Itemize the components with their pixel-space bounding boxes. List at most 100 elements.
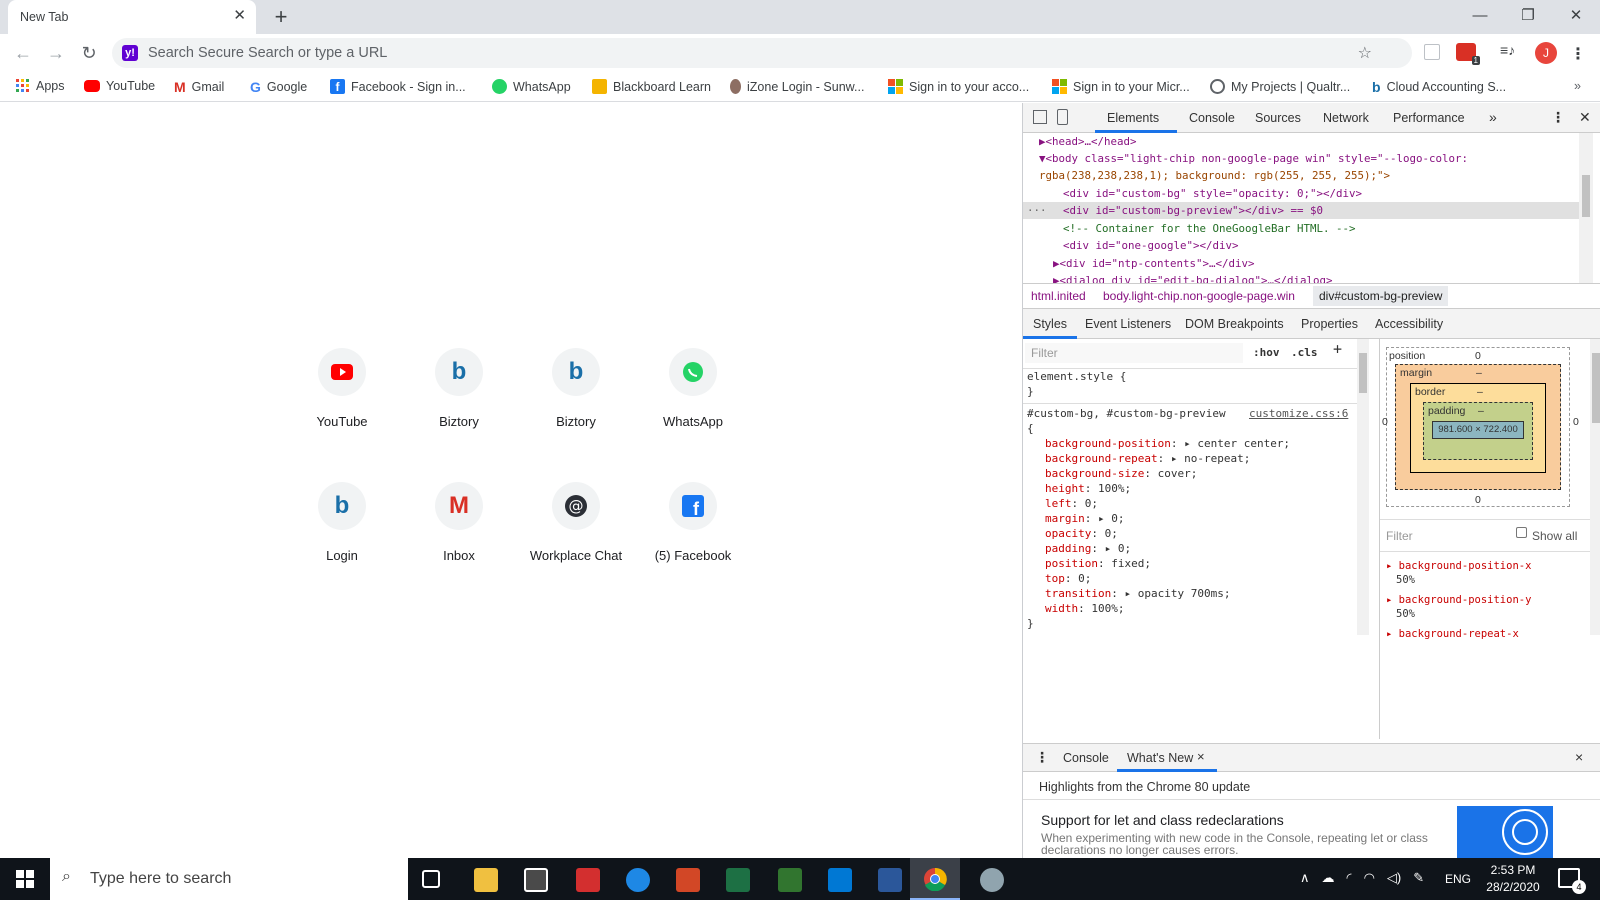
- tab-performance[interactable]: Performance: [1393, 111, 1465, 125]
- computed-scrollbar-thumb[interactable]: [1592, 353, 1600, 423]
- paint-icon[interactable]: [980, 868, 1004, 892]
- css-declaration[interactable]: transition: ▸ opacity 700ms;: [1045, 586, 1230, 601]
- minimize-icon[interactable]: —: [1456, 0, 1504, 34]
- computed-prop[interactable]: ▸ background-position-y: [1386, 593, 1531, 607]
- drawer-tab-console[interactable]: Console: [1063, 751, 1109, 765]
- bookmark-star-icon[interactable]: ☆: [1358, 43, 1372, 63]
- excel-icon[interactable]: [726, 868, 750, 892]
- css-declaration[interactable]: background-size: cover;: [1045, 466, 1197, 481]
- tab-accessibility[interactable]: Accessibility: [1375, 317, 1443, 331]
- chrome-menu-icon[interactable]: ⋮: [1570, 44, 1586, 64]
- forward-icon[interactable]: →: [45, 42, 67, 64]
- computed-filter-input[interactable]: Filter: [1386, 529, 1413, 543]
- chevron-up-icon[interactable]: ∧: [1300, 870, 1310, 886]
- back-icon[interactable]: ←: [12, 42, 34, 64]
- bookmark-cloud-accounting[interactable]: b Cloud Accounting S...: [1372, 79, 1506, 95]
- omnibox[interactable]: y! Search Secure Search or type a URL ☆: [112, 38, 1412, 68]
- dom-line[interactable]: rgba(238,238,238,1); background: rgb(255…: [1039, 167, 1390, 185]
- css-declaration[interactable]: opacity: 0;: [1045, 526, 1118, 541]
- box-model-content[interactable]: 981.600 × 722.400: [1432, 421, 1524, 439]
- shortcut-tile[interactable]: M Inbox: [403, 482, 515, 602]
- wifi-icon[interactable]: ◠: [1364, 870, 1375, 886]
- devtools-menu-icon[interactable]: ⋮: [1551, 109, 1565, 126]
- taskbar-search-input[interactable]: Type here to search: [90, 870, 231, 888]
- bookmark-microsoft-2[interactable]: Sign in to your Micr...: [1052, 79, 1190, 94]
- drawer-tab-whats-new[interactable]: What's New: [1127, 751, 1193, 765]
- dom-line[interactable]: <!-- Container for the OneGoogleBar HTML…: [1063, 220, 1356, 238]
- dom-line-selected[interactable]: <div id="custom-bg-preview"></div> == $0: [1063, 202, 1323, 220]
- css-declaration[interactable]: background-position: ▸ center center;: [1045, 436, 1290, 451]
- bookmark-blackboard[interactable]: Blackboard Learn: [592, 79, 711, 94]
- bookmark-whatsapp[interactable]: WhatsApp: [492, 79, 571, 94]
- shortcut-tile[interactable]: @ Workplace Chat: [520, 482, 632, 602]
- file-explorer-icon[interactable]: [474, 868, 498, 892]
- language-indicator[interactable]: ENG: [1445, 872, 1471, 886]
- project-icon[interactable]: [778, 868, 802, 892]
- dom-line[interactable]: <div id="custom-bg" style="opacity: 0;">…: [1063, 185, 1362, 203]
- tab-console[interactable]: Console: [1189, 111, 1235, 125]
- close-devtools-icon[interactable]: ✕: [1579, 109, 1591, 126]
- tab-elements[interactable]: Elements: [1107, 111, 1159, 125]
- notification-center-icon[interactable]: 4: [1558, 868, 1586, 894]
- reload-icon[interactable]: ↻: [78, 42, 100, 64]
- network-icon[interactable]: ◜: [1347, 870, 1352, 886]
- css-declaration[interactable]: margin: ▸ 0;: [1045, 511, 1125, 526]
- show-all-checkbox[interactable]: [1516, 527, 1527, 538]
- pen-icon[interactable]: ✎: [1413, 870, 1424, 886]
- css-declaration[interactable]: width: 100%;: [1045, 601, 1125, 616]
- css-declaration[interactable]: background-repeat: ▸ no-repeat;: [1045, 451, 1250, 466]
- more-tabs-icon[interactable]: »: [1489, 109, 1497, 125]
- bookmark-qualtrics[interactable]: My Projects | Qualtr...: [1210, 79, 1350, 94]
- css-declaration[interactable]: position: fixed;: [1045, 556, 1151, 571]
- css-declaration[interactable]: top: 0;: [1045, 571, 1091, 586]
- shortcut-tile[interactable]: f (5) Facebook: [637, 482, 749, 602]
- dom-line[interactable]: ▶<head>…</head>: [1039, 133, 1137, 151]
- node-menu-icon[interactable]: ···: [1027, 202, 1047, 220]
- class-toggle[interactable]: .cls: [1291, 345, 1318, 360]
- media-control-icon[interactable]: ≡♪: [1500, 42, 1515, 58]
- extension-icon[interactable]: [1424, 44, 1440, 60]
- restore-icon[interactable]: ❐: [1504, 0, 1552, 34]
- tab-properties[interactable]: Properties: [1301, 317, 1358, 331]
- hover-state-toggle[interactable]: :hov: [1253, 345, 1280, 360]
- breadcrumb-item[interactable]: body.light-chip.non-google-page.win: [1103, 289, 1295, 303]
- styles-scrollbar[interactable]: [1357, 339, 1369, 635]
- dom-line[interactable]: ▼<body class="light-chip non-google-page…: [1039, 150, 1468, 168]
- shortcut-tile[interactable]: WhatsApp: [637, 348, 749, 468]
- computed-scrollbar[interactable]: [1590, 339, 1600, 635]
- inspect-element-icon[interactable]: [1033, 110, 1047, 124]
- tab-new-tab[interactable]: New Tab ✕: [8, 0, 256, 34]
- taskbar-search[interactable]: ⌕ Type here to search: [50, 858, 408, 900]
- news-item[interactable]: Support for let and class redeclarations…: [1041, 812, 1433, 856]
- tab-styles[interactable]: Styles: [1033, 317, 1067, 331]
- close-tab-icon[interactable]: ✕: [233, 6, 246, 24]
- bookmark-apps[interactable]: Apps: [16, 79, 65, 93]
- bookmark-gmail[interactable]: M Gmail: [174, 79, 224, 95]
- new-tab-button[interactable]: +: [268, 5, 294, 31]
- device-toolbar-icon[interactable]: [1057, 109, 1068, 125]
- close-drawer-icon[interactable]: ×: [1575, 749, 1583, 765]
- dom-scrollbar-thumb[interactable]: [1582, 175, 1590, 217]
- gift-app-icon[interactable]: [576, 868, 600, 892]
- bookmark-google[interactable]: G Google: [250, 79, 307, 95]
- tab-network[interactable]: Network: [1323, 111, 1369, 125]
- volume-icon[interactable]: ◁): [1387, 870, 1401, 886]
- css-declaration[interactable]: left: 0;: [1045, 496, 1098, 511]
- powerpoint-icon[interactable]: [676, 868, 700, 892]
- breadcrumb-item-active[interactable]: div#custom-bg-preview: [1313, 286, 1449, 306]
- shortcut-tile[interactable]: b Biztory: [403, 348, 515, 468]
- mail-icon[interactable]: [828, 868, 852, 892]
- styles-scrollbar-thumb[interactable]: [1359, 353, 1367, 393]
- omnibox-input[interactable]: Search Secure Search or type a URL: [148, 45, 387, 61]
- chrome-taskbar-button[interactable]: [910, 858, 960, 900]
- dom-scrollbar[interactable]: [1579, 133, 1593, 283]
- styles-filter-input[interactable]: Filter: [1025, 343, 1243, 363]
- profile-avatar[interactable]: J: [1535, 42, 1557, 64]
- css-declaration[interactable]: height: 100%;: [1045, 481, 1131, 496]
- edge-icon[interactable]: [626, 868, 650, 892]
- task-view-icon[interactable]: [422, 870, 440, 888]
- tab-sources[interactable]: Sources: [1255, 111, 1301, 125]
- tab-event-listeners[interactable]: Event Listeners: [1085, 317, 1171, 331]
- close-window-icon[interactable]: ✕: [1552, 0, 1600, 34]
- bookmark-izone[interactable]: iZone Login - Sunw...: [730, 79, 864, 94]
